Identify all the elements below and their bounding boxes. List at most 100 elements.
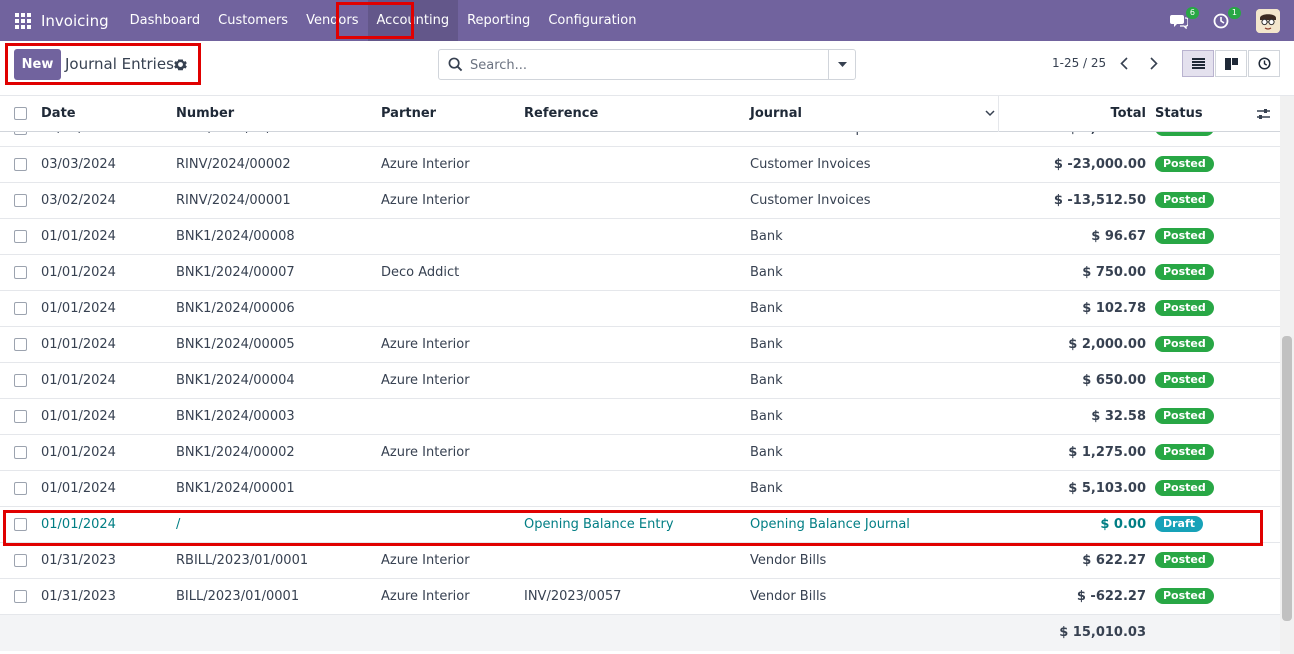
new-button[interactable]: New — [14, 49, 61, 80]
search-options-toggle[interactable] — [828, 50, 855, 79]
cell-partner: Azure Interior — [381, 589, 470, 604]
scrollbar-thumb[interactable] — [1282, 336, 1292, 621]
table-row[interactable]: 01/01/2024 BNK1/2024/00005 Azure Interior B… — [0, 327, 1280, 363]
search-icon — [448, 57, 463, 72]
nav-vendors[interactable]: Vendors — [297, 0, 367, 41]
cell-date: 01/01/2024 — [41, 409, 116, 424]
search-input[interactable] — [470, 53, 825, 77]
table-scrollbar[interactable] — [1280, 96, 1294, 654]
column-header-journal[interactable]: Journal — [750, 106, 802, 121]
journal-entries-table: Date Number Partner Reference Journal To… — [0, 96, 1280, 654]
apps-grid-icon[interactable] — [15, 12, 31, 29]
page-title[interactable]: Journal Entries — [65, 55, 174, 73]
row-checkbox[interactable] — [14, 338, 27, 351]
row-checkbox[interactable] — [14, 374, 27, 387]
row-checkbox[interactable] — [14, 482, 27, 495]
chevron-down-icon[interactable] — [985, 109, 995, 117]
row-checkbox[interactable] — [14, 302, 27, 315]
cell-number: BNK1/2024/00007 — [176, 265, 295, 280]
cell-journal: Bank — [750, 445, 783, 460]
nav-accounting[interactable]: Accounting — [367, 0, 459, 41]
cell-partner: Azure Interior — [381, 157, 470, 172]
table-row[interactable]: 01/01/2024 BNK1/2024/00003 Bank $ 32.58 Post… — [0, 399, 1280, 435]
row-checkbox[interactable] — [14, 410, 27, 423]
nav-reporting[interactable]: Reporting — [458, 0, 539, 41]
cell-journal: Bank — [750, 301, 783, 316]
cell-number: BNK1/2024/00006 — [176, 301, 295, 316]
gear-icon[interactable] — [174, 58, 187, 71]
row-checkbox[interactable] — [14, 518, 27, 531]
pager-next-button[interactable] — [1139, 50, 1169, 77]
table-row[interactable]: 01/01/2024 / Opening Balance Entry Opening … — [0, 507, 1280, 543]
column-header-status[interactable]: Status — [1155, 106, 1203, 121]
list-view-button[interactable] — [1182, 50, 1214, 77]
table-row[interactable]: 01/31/2023 BILL/2023/01/0001 Azure Interio… — [0, 579, 1280, 615]
column-header-date[interactable]: Date — [41, 106, 76, 121]
nav-dashboard[interactable]: Dashboard — [121, 0, 210, 41]
status-badge: Posted — [1155, 444, 1214, 460]
row-checkbox[interactable] — [14, 158, 27, 171]
table-row[interactable]: 01/01/2024 BNK1/2024/00006 Bank $ 102.78 Pos… — [0, 291, 1280, 327]
row-checkbox[interactable] — [14, 590, 27, 603]
cell-total: $ 1,275.00 — [1068, 445, 1146, 460]
messages-icon[interactable]: 6 — [1168, 6, 1199, 32]
cell-partner: Azure Interior — [381, 445, 470, 460]
pager-value[interactable]: 1-25 / 25 — [1052, 56, 1106, 70]
app-brand[interactable]: Invoicing — [41, 12, 109, 30]
status-badge: Posted — [1155, 264, 1214, 280]
cell-journal: Vendor Bills — [750, 589, 827, 604]
column-header-number[interactable]: Number — [176, 106, 234, 121]
row-checkbox[interactable] — [14, 554, 27, 567]
optional-columns-icon[interactable] — [1257, 108, 1270, 120]
cell-journal: Bank — [750, 265, 783, 280]
clock-icon — [1257, 57, 1271, 70]
row-checkbox[interactable] — [14, 446, 27, 459]
table-row[interactable]: 03/02/2024 RINV/2024/00001 Azure Interior C… — [0, 183, 1280, 219]
column-header-reference[interactable]: Reference — [524, 106, 598, 121]
cell-journal: Opening Balance Journal — [750, 517, 910, 532]
row-checkbox[interactable] — [14, 194, 27, 207]
messages-count-badge: 6 — [1185, 6, 1199, 19]
table-row[interactable]: 01/01/2024 BNK1/2024/00008 Bank $ 96.67 Post… — [0, 219, 1280, 255]
status-badge: Posted — [1155, 372, 1214, 388]
table-row[interactable]: 03/03/2024 RINV/2024/00002 Azure Interior C… — [0, 147, 1280, 183]
search-box — [438, 49, 856, 80]
cell-number: RBILL/2023/01/0001 — [176, 553, 309, 568]
activities-clock-icon[interactable]: 1 — [1210, 6, 1241, 32]
status-badge: Posted — [1155, 300, 1214, 316]
row-checkbox[interactable] — [14, 266, 27, 279]
cell-total: $ 32.58 — [1091, 409, 1146, 424]
cell-total: $ 650.00 — [1082, 373, 1146, 388]
status-badge: Posted — [1155, 192, 1214, 208]
cell-reference: INV/2023/0057 — [524, 589, 622, 604]
column-header-total[interactable]: Total — [1006, 106, 1146, 121]
user-avatar[interactable] — [1256, 8, 1280, 33]
cell-partner: Deco Addict — [381, 265, 460, 280]
cell-journal: Customer Invoices — [750, 157, 871, 172]
status-badge: Posted — [1155, 228, 1214, 244]
cell-total: $ -13,512.50 — [1053, 193, 1146, 208]
nav-configuration[interactable]: Configuration — [539, 0, 645, 41]
cell-date: 03/03/2024 — [41, 157, 116, 172]
cell-number: BNK1/2024/00003 — [176, 409, 295, 424]
status-badge: Posted — [1155, 552, 1214, 568]
top-navbar: Invoicing Dashboard Customers Vendors Ac… — [0, 0, 1294, 41]
kanban-view-button[interactable] — [1215, 50, 1247, 77]
table-row[interactable]: 01/01/2024 BNK1/2024/00004 Azure Interior B… — [0, 363, 1280, 399]
cell-number: BNK1/2024/00001 — [176, 481, 295, 496]
column-divider[interactable] — [998, 96, 999, 132]
table-row[interactable]: 01/01/2024 BNK1/2024/00007 Deco Addict Bank… — [0, 255, 1280, 291]
cell-number: BNK1/2024/00005 — [176, 337, 295, 352]
row-checkbox[interactable] — [14, 230, 27, 243]
cell-number: RINV/2024/00001 — [176, 193, 291, 208]
column-header-partner[interactable]: Partner — [381, 106, 436, 121]
select-all-checkbox[interactable] — [14, 107, 27, 120]
table-row[interactable]: 01/01/2024 BNK1/2024/00001 Bank $ 5,103.00 P… — [0, 471, 1280, 507]
cell-journal: Bank — [750, 373, 783, 388]
pager-previous-button[interactable] — [1109, 50, 1139, 77]
table-row[interactable]: 01/31/2023 RBILL/2023/01/0001 Azure Interi… — [0, 543, 1280, 579]
activity-view-button[interactable] — [1248, 50, 1280, 77]
table-row[interactable]: 01/01/2024 BNK1/2024/00002 Azure Interior B… — [0, 435, 1280, 471]
list-view-icon — [1191, 58, 1205, 69]
nav-customers[interactable]: Customers — [209, 0, 297, 41]
